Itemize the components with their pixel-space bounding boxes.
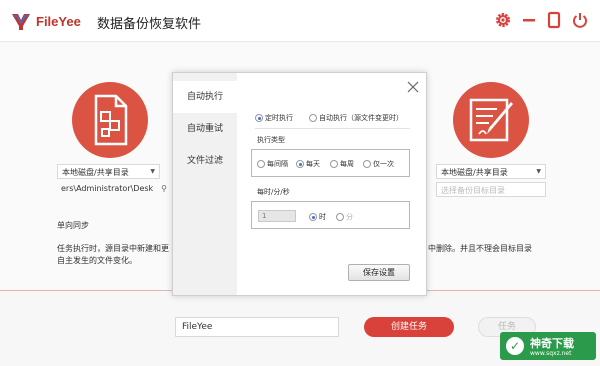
exec-interval-option[interactable]: 每间隔 xyxy=(257,159,288,169)
sync-mode-label: 单向同步 xyxy=(57,221,89,230)
task-name-input[interactable]: FileYee xyxy=(175,317,339,337)
dialog-sidebar: 自动执行 自动重试 文件过滤 xyxy=(173,73,237,295)
exec-daily-option[interactable]: 每天 xyxy=(296,159,320,169)
create-task-button[interactable]: 创建任务 xyxy=(364,317,454,337)
close-icon[interactable] xyxy=(407,81,419,93)
time-label: 每时/分/秒 xyxy=(257,188,290,196)
title-bar: FileYee 数据备份恢复软件 xyxy=(0,0,600,42)
description-line-1: 任务执行时，源目录中新建和更 xyxy=(57,244,169,253)
site-watermark: ✓ 神奇下载 www.sqxz.net xyxy=(500,332,596,360)
app-title: 数据备份恢复软件 xyxy=(97,17,202,32)
power-icon[interactable] xyxy=(571,11,589,29)
mode-scheduled-option[interactable]: 定时执行 xyxy=(255,113,293,123)
source-type-select[interactable]: 本地磁盘/共享目录 ▼ xyxy=(57,164,160,179)
exec-once-option[interactable]: 仅一次 xyxy=(363,159,394,169)
target-circle[interactable] xyxy=(453,82,529,158)
source-path-value: ers\Administrator\Desk xyxy=(61,184,154,193)
edit-document-icon xyxy=(469,98,513,142)
mode-on-change-label: 自动执行（源文件变更时） xyxy=(319,114,403,122)
exec-weekly-label: 每周 xyxy=(340,160,354,168)
settings-dialog: 自动执行 自动重试 文件过滤 定时执行 自动执行（源文件变更时） 执行类型 每间… xyxy=(172,72,427,296)
dialog-divider xyxy=(255,128,410,129)
radio-icon xyxy=(309,114,317,122)
radio-icon xyxy=(336,213,344,221)
unit-minute-option[interactable]: 分 xyxy=(336,212,353,222)
mode-on-change-option[interactable]: 自动执行（源文件变更时） xyxy=(309,113,403,123)
minimize-icon[interactable] xyxy=(520,11,538,29)
time-value-input[interactable]: 1 xyxy=(258,210,296,222)
source-path-field[interactable]: ers\Administrator\Desk ⚲ xyxy=(57,182,167,197)
tab-auto-execute[interactable]: 自动执行 xyxy=(173,81,237,113)
exec-once-label: 仅一次 xyxy=(373,160,394,168)
watermark-url: www.sqxz.net xyxy=(530,350,572,357)
radio-icon xyxy=(330,160,338,168)
watermark-title: 神奇下载 xyxy=(530,337,574,350)
source-type-value: 本地磁盘/共享目录 xyxy=(62,168,129,177)
unit-hour-option[interactable]: 时 xyxy=(309,212,326,222)
tab-file-filter[interactable]: 文件过滤 xyxy=(173,145,237,177)
secondary-button-label: 任务 xyxy=(497,322,516,332)
task-name-value: FileYee xyxy=(182,322,213,332)
exec-interval-label: 每间隔 xyxy=(267,160,288,168)
mode-scheduled-label: 定时执行 xyxy=(265,114,293,122)
target-path-placeholder: 选择备份目标目录 xyxy=(441,186,505,195)
time-value: 1 xyxy=(262,212,267,220)
radio-selected-icon xyxy=(309,213,317,221)
maximize-icon[interactable] xyxy=(545,11,563,29)
radio-selected-icon xyxy=(255,114,263,122)
radio-icon xyxy=(363,160,371,168)
gear-icon[interactable] xyxy=(494,11,512,29)
brand-name: FileYee xyxy=(36,14,81,29)
target-type-value: 本地磁盘/共享目录 xyxy=(441,168,508,177)
source-files-icon xyxy=(94,94,128,146)
exec-type-label: 执行类型 xyxy=(257,136,285,144)
radio-selected-icon xyxy=(296,160,304,168)
source-circle[interactable] xyxy=(72,82,148,158)
target-path-field[interactable]: 选择备份目标目录 xyxy=(436,182,546,197)
target-type-select[interactable]: 本地磁盘/共享目录 ▼ xyxy=(436,164,546,179)
chevron-down-icon: ▼ xyxy=(536,168,541,175)
search-icon[interactable]: ⚲ xyxy=(161,184,167,193)
unit-hour-label: 时 xyxy=(319,213,326,221)
fileyee-logo-icon xyxy=(12,14,30,30)
exec-daily-label: 每天 xyxy=(306,160,320,168)
save-settings-button[interactable]: 保存设置 xyxy=(348,264,410,281)
description-line-2: 自主发生的文件变化。 xyxy=(57,256,137,265)
tab-auto-retry[interactable]: 自动重试 xyxy=(173,113,237,145)
exec-weekly-option[interactable]: 每周 xyxy=(330,159,354,169)
target-description-line-1: 中删除。并且不理会目标目录 xyxy=(428,244,532,253)
unit-minute-label: 分 xyxy=(346,213,353,221)
radio-icon xyxy=(257,160,265,168)
watermark-logo-icon: ✓ xyxy=(506,337,524,355)
chevron-down-icon: ▼ xyxy=(150,168,155,175)
